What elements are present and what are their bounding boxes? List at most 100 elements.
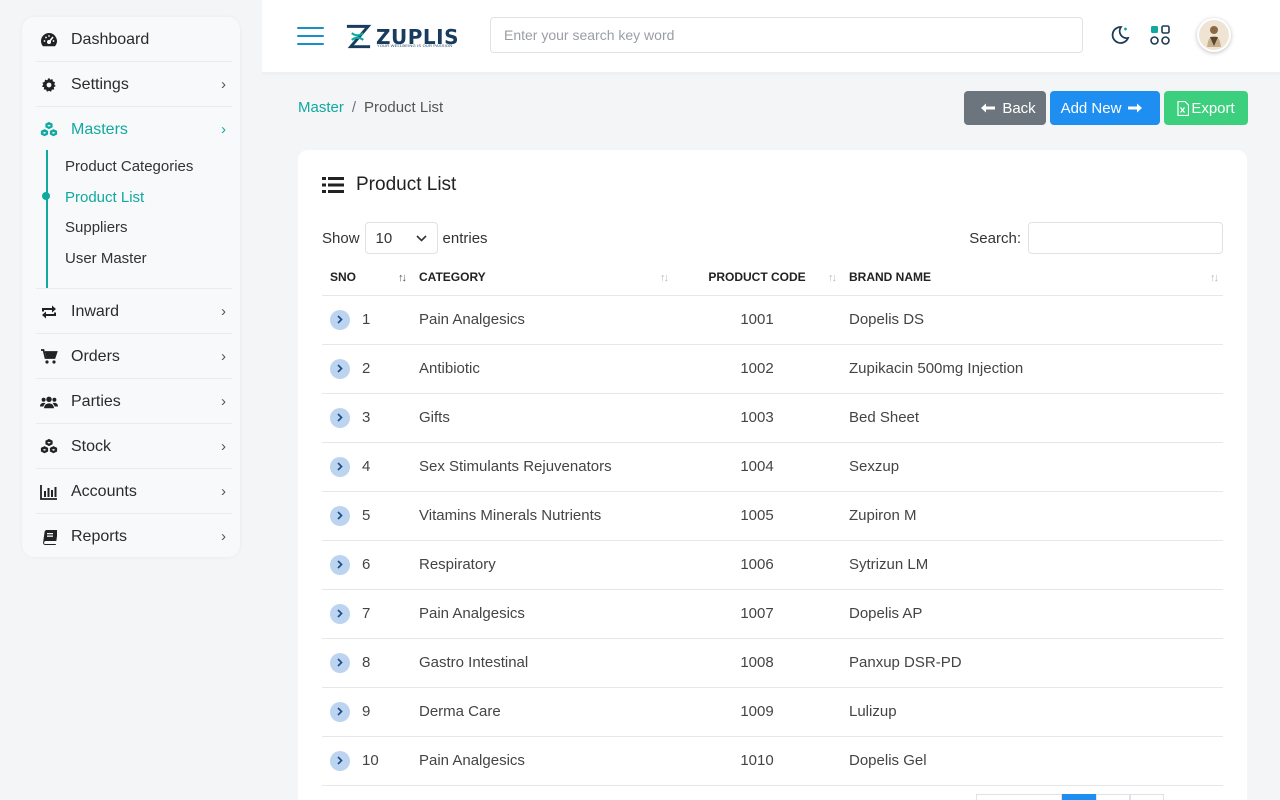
- pagination-page[interactable]: [1130, 794, 1164, 800]
- menu-toggle-button[interactable]: [297, 25, 325, 47]
- expand-row-button[interactable]: [330, 456, 350, 477]
- pagination-previous[interactable]: [976, 794, 1062, 800]
- sno-value: 7: [362, 605, 371, 622]
- cell-product-code: 1001: [673, 295, 841, 345]
- table-search: Search:: [969, 222, 1223, 254]
- chevron-right-icon: ›: [221, 348, 226, 365]
- sno-value: 3: [362, 409, 371, 426]
- column-header-sno[interactable]: SNO ↑↓: [322, 260, 411, 296]
- expand-row-button[interactable]: [330, 554, 350, 575]
- sidebar-item-accounts[interactable]: Accounts ›: [40, 469, 230, 514]
- column-header-category[interactable]: CATEGORY ↑↓: [411, 260, 673, 296]
- masters-submenu: Product Categories Product List Supplier…: [42, 150, 232, 302]
- cell-product-code: 1002: [673, 344, 841, 394]
- cell-sno: 4: [322, 442, 411, 492]
- brand-logo[interactable]: ZUPLIS YOUR WELLBEING IS OUR PASSION: [344, 20, 459, 54]
- sidebar-item-label: Dashboard: [71, 30, 150, 48]
- top-header: ZUPLIS YOUR WELLBEING IS OUR PASSION: [262, 0, 1280, 72]
- breadcrumb: Master / Product List: [298, 99, 443, 116]
- cell-product-code: 1009: [673, 687, 841, 737]
- hamburger-line: [297, 43, 324, 45]
- sidebar-item-masters[interactable]: Masters ›: [40, 107, 230, 152]
- sno-value: 9: [362, 703, 371, 720]
- sidebar-item-inward[interactable]: Inward ›: [40, 289, 230, 334]
- cell-product-code: 1006: [673, 540, 841, 590]
- chevron-right-icon: ›: [221, 483, 226, 500]
- brand-tagline: YOUR WELLBEING IS OUR PASSION: [377, 43, 453, 48]
- entries-select[interactable]: 10: [364, 222, 438, 254]
- cell-brand-name: Zupiron M: [841, 491, 1223, 541]
- bar-chart-icon: [40, 483, 58, 501]
- back-button[interactable]: Back: [964, 91, 1046, 125]
- cubes-icon: [40, 121, 58, 139]
- table-row: 1 Pain Analgesics 1001 Dopelis DS: [322, 295, 1223, 345]
- card-header: Product List: [322, 174, 456, 196]
- expand-row-button[interactable]: [330, 750, 350, 771]
- column-header-product-code[interactable]: PRODUCT CODE ↑↓: [673, 260, 841, 296]
- cell-sno: 3: [322, 393, 411, 443]
- sidebar-item-label: Stock: [71, 437, 112, 455]
- expand-row-button[interactable]: [330, 407, 350, 428]
- cell-product-code: 1004: [673, 442, 841, 492]
- sidebar-item-dashboard[interactable]: Dashboard: [40, 17, 230, 62]
- expand-row-button[interactable]: [330, 505, 350, 526]
- chevron-right-icon: [337, 609, 343, 618]
- table-row: 10 Pain Analgesics 1010 Dopelis Gel: [322, 736, 1223, 786]
- add-new-button[interactable]: Add New: [1050, 91, 1160, 125]
- excel-file-icon: [1177, 100, 1190, 116]
- submenu-item-suppliers[interactable]: Suppliers: [65, 219, 128, 236]
- sidebar-item-stock[interactable]: Stock ›: [40, 424, 230, 469]
- moon-icon: [1111, 26, 1130, 44]
- list-icon: [322, 177, 344, 193]
- column-header-label: SNO: [330, 270, 357, 285]
- breadcrumb-link-master[interactable]: Master: [298, 99, 344, 116]
- apps-button[interactable]: [1147, 22, 1173, 48]
- column-header-brand-name[interactable]: BRAND NAME ↑↓: [841, 260, 1223, 296]
- hamburger-line: [297, 35, 324, 37]
- sno-value: 8: [362, 654, 371, 671]
- cell-brand-name: Bed Sheet: [841, 393, 1223, 443]
- pagination-page-active[interactable]: [1062, 794, 1096, 800]
- cell-sno: 9: [322, 687, 411, 737]
- expand-row-button[interactable]: [330, 358, 350, 379]
- expand-row-button[interactable]: [330, 652, 350, 673]
- table-search-input[interactable]: [1028, 222, 1223, 254]
- pagination-page[interactable]: [1096, 794, 1130, 800]
- cell-sno: 2: [322, 344, 411, 394]
- apps-grid-icon: [1150, 25, 1170, 45]
- entries-label: entries: [442, 229, 488, 247]
- sno-value: 5: [362, 507, 371, 524]
- active-indicator: [42, 192, 50, 200]
- dashboard-icon: [40, 31, 58, 49]
- sidebar-item-label: Masters: [71, 120, 128, 138]
- submenu-item-user-master[interactable]: User Master: [65, 250, 147, 267]
- expand-row-button[interactable]: [330, 603, 350, 624]
- dark-mode-toggle[interactable]: [1107, 22, 1133, 48]
- cell-category: Sex Stimulants Rejuvenators: [411, 442, 673, 492]
- chevron-right-icon: ›: [221, 438, 226, 455]
- expand-row-button[interactable]: [330, 701, 350, 722]
- expand-row-button[interactable]: [330, 309, 350, 330]
- sidebar-item-parties[interactable]: Parties ›: [40, 379, 230, 424]
- sidebar-item-reports[interactable]: Reports ›: [40, 514, 230, 559]
- cell-category: Gifts: [411, 393, 673, 443]
- global-search-input[interactable]: [490, 17, 1083, 53]
- submenu-item-product-list[interactable]: Product List: [65, 189, 144, 206]
- table-row: 9 Derma Care 1009 Lulizup: [322, 687, 1223, 737]
- logo-mark-icon: [346, 24, 372, 49]
- show-label: Show: [322, 229, 360, 247]
- cell-brand-name: Zupikacin 500mg Injection: [841, 344, 1223, 394]
- table-row: 4 Sex Stimulants Rejuvenators 1004 Sexzup: [322, 442, 1223, 492]
- product-list-card: Product List Show 10 entries Search: SNO…: [298, 150, 1247, 800]
- users-icon: [40, 393, 58, 411]
- export-button[interactable]: Export: [1164, 91, 1248, 125]
- submenu-item-product-categories[interactable]: Product Categories: [65, 158, 193, 175]
- sidebar-item-orders[interactable]: Orders ›: [40, 334, 230, 379]
- chevron-right-icon: [337, 560, 343, 569]
- user-avatar[interactable]: [1197, 18, 1231, 52]
- table-search-label: Search:: [969, 229, 1021, 247]
- sno-value: 6: [362, 556, 371, 573]
- cell-category: Derma Care: [411, 687, 673, 737]
- sidebar-item-settings[interactable]: Settings ›: [40, 62, 230, 107]
- cell-sno: 7: [322, 589, 411, 639]
